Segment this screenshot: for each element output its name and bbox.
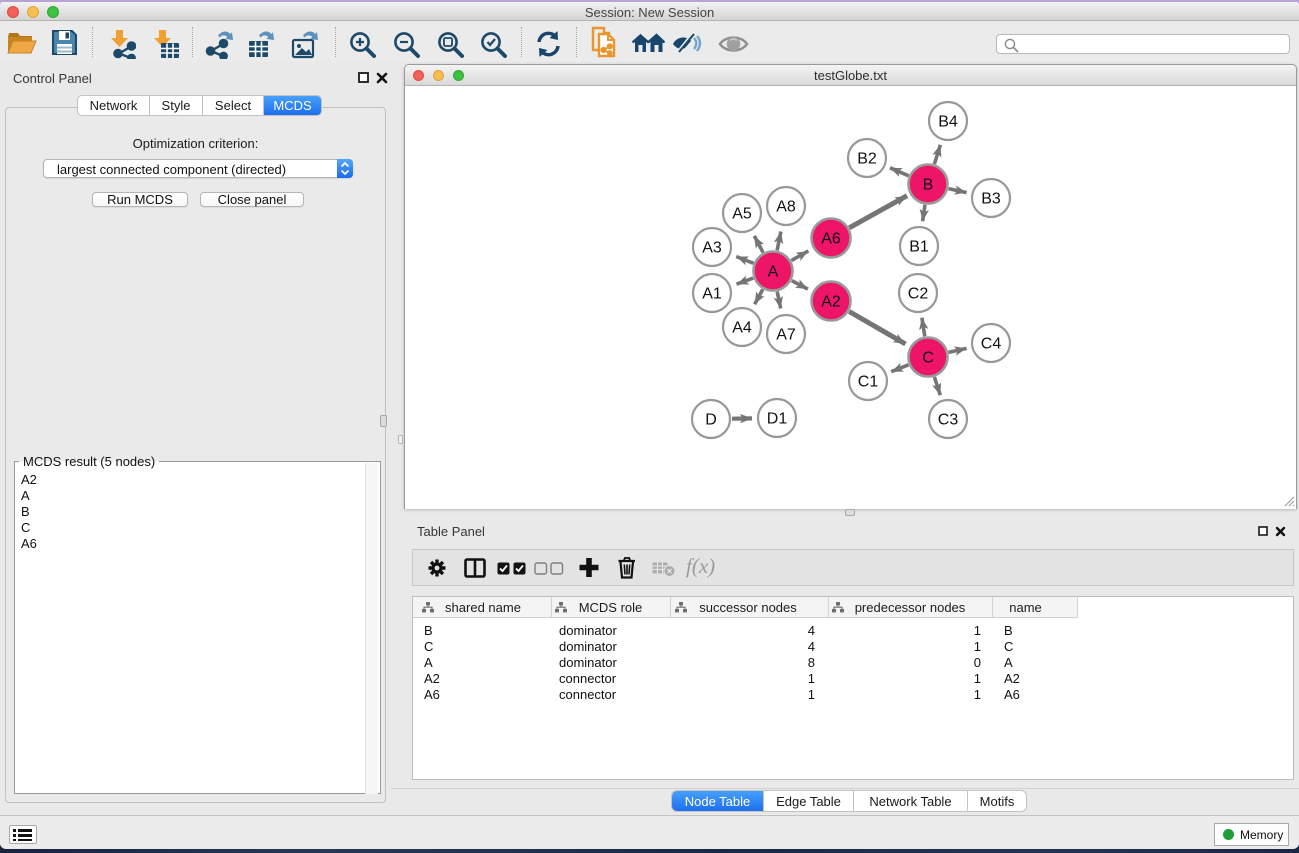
svg-text:B: B	[923, 177, 934, 194]
svg-text:A5: A5	[732, 206, 752, 223]
svg-text:D: D	[705, 412, 717, 429]
svg-text:B1: B1	[909, 239, 929, 256]
svg-text:A7: A7	[776, 327, 796, 344]
svg-text:A: A	[768, 264, 779, 281]
svg-text:C1: C1	[858, 374, 879, 391]
svg-text:A6: A6	[821, 231, 841, 248]
svg-text:A4: A4	[732, 320, 752, 337]
svg-text:A8: A8	[776, 199, 796, 216]
svg-text:A2: A2	[821, 294, 841, 311]
svg-text:C: C	[922, 350, 934, 367]
svg-text:C2: C2	[908, 286, 929, 303]
svg-text:B3: B3	[981, 191, 1001, 208]
svg-text:D1: D1	[767, 411, 788, 428]
svg-text:B4: B4	[938, 114, 958, 131]
svg-text:A1: A1	[702, 286, 722, 303]
svg-text:A3: A3	[702, 240, 722, 257]
svg-text:C4: C4	[981, 336, 1002, 353]
svg-text:B2: B2	[857, 151, 877, 168]
svg-text:C3: C3	[938, 412, 959, 429]
